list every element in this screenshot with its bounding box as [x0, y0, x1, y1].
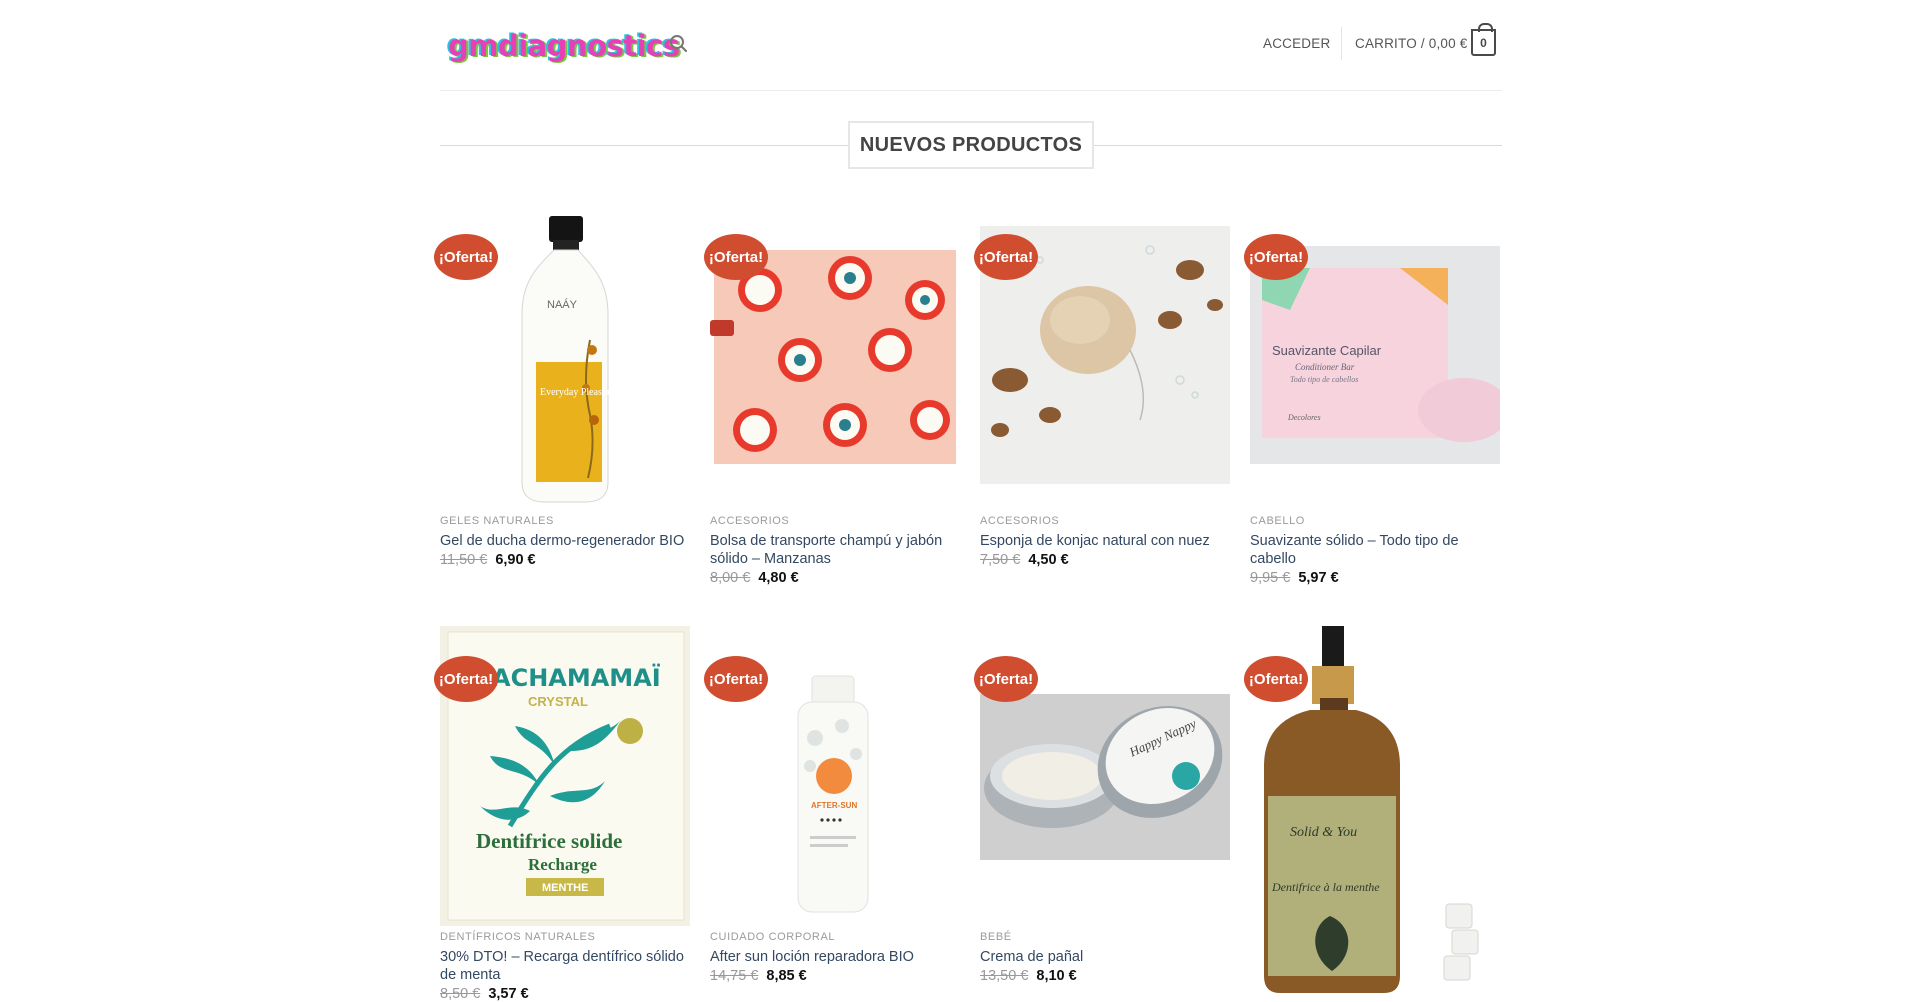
product-category[interactable]: ACCESORIOS — [980, 515, 1059, 527]
product-title[interactable]: 30% DTO! – Recarga dentífrico sólido de … — [440, 948, 690, 984]
product-category[interactable]: BEBÉ — [980, 931, 1012, 943]
conditioner-box-title: Suavizante Capilar — [1272, 343, 1382, 358]
toothpaste-flavor: MENTHE — [542, 882, 588, 894]
product-price: 14,75 € 8,85 € — [710, 968, 807, 984]
product-price: 8,00 € 4,80 € — [710, 570, 799, 586]
toothpaste-brand: ACHAMAMAÏ — [492, 663, 661, 692]
product-title[interactable]: Bolsa de transporte champú y jabón sólid… — [710, 532, 960, 568]
sale-badge: ¡Oferta! — [704, 234, 768, 280]
sale-badge: ¡Oferta! — [1244, 234, 1308, 280]
product-price: 11,50 € 6,90 € — [440, 552, 536, 568]
conditioner-box-sub: Conditioner Bar — [1295, 362, 1355, 372]
product-sale-price: 5,97 € — [1298, 570, 1339, 586]
product-category[interactable]: CUIDADO CORPORAL — [710, 931, 835, 943]
product-sale-price: 3,57 € — [488, 986, 529, 1002]
product-old-price: 14,75 € — [710, 968, 759, 984]
toothpaste-crystal: CRYSTAL — [528, 694, 588, 709]
product-price: 9,95 € 5,97 € — [1250, 570, 1339, 586]
product-title[interactable]: Crema de pañal — [980, 948, 1230, 966]
cart-count-icon[interactable]: 0 — [1471, 23, 1496, 56]
header-divider — [1341, 27, 1342, 60]
section-title: NUEVOS PRODUCTOS — [848, 121, 1094, 169]
sale-badge: ¡Oferta! — [434, 656, 498, 702]
cart-link[interactable]: CARRITO / 0,00 € — [1355, 36, 1468, 51]
product-sale-price: 4,50 € — [1028, 552, 1069, 568]
sale-badge: ¡Oferta! — [1244, 656, 1308, 702]
product-old-price: 11,50 € — [440, 552, 488, 568]
sale-badge: ¡Oferta! — [974, 234, 1038, 280]
product-old-price: 8,50 € — [440, 986, 481, 1002]
toothpaste-name: Dentifrice solide — [476, 829, 622, 853]
product-price: 8,50 € 3,57 € — [440, 986, 529, 1002]
bottle-label: Dentifrice à la menthe — [1271, 880, 1380, 894]
product-sale-price: 8,10 € — [1036, 968, 1077, 984]
shower-gel-label: Everyday Pleasure — [540, 387, 615, 398]
sale-badge: ¡Oferta! — [974, 656, 1038, 702]
sale-badge: ¡Oferta! — [434, 234, 498, 280]
product-sale-price: 4,80 € — [758, 570, 799, 586]
product-old-price: 8,00 € — [710, 570, 751, 586]
product-title[interactable]: Suavizante sólido – Todo tipo de cabello — [1250, 532, 1500, 568]
product-category[interactable]: CABELLO — [1250, 515, 1305, 527]
after-sun-label: AFTER-SUN — [811, 801, 857, 810]
product-title[interactable]: Gel de ducha dermo-regenerador BIO — [440, 532, 690, 550]
product-category[interactable]: ACCESORIOS — [710, 515, 789, 527]
bottle-brand: Solid & You — [1290, 825, 1357, 840]
product-category[interactable]: GELES NATURALES — [440, 515, 554, 527]
product-price: 13,50 € 8,10 € — [980, 968, 1077, 984]
product-sale-price: 6,90 € — [495, 552, 536, 568]
product-title[interactable]: After sun loción reparadora BIO — [710, 948, 960, 966]
toothpaste-recharge: Recharge — [528, 855, 597, 874]
product-title[interactable]: Esponja de konjac natural con nuez — [980, 532, 1230, 550]
product-sale-price: 8,85 € — [766, 968, 807, 984]
site-logo[interactable]: gmdiagnostics — [448, 26, 680, 66]
product-old-price: 13,50 € — [980, 968, 1029, 984]
product-price: 7,50 € 4,50 € — [980, 552, 1069, 568]
shower-gel-brand: NAÁY — [547, 298, 578, 311]
sale-badge: ¡Oferta! — [704, 656, 768, 702]
product-old-price: 9,95 € — [1250, 570, 1291, 586]
header-divider-line — [440, 90, 1502, 91]
login-link[interactable]: ACCEDER — [1263, 36, 1330, 51]
conditioner-box-brand: Decolores — [1287, 413, 1321, 422]
product-old-price: 7,50 € — [980, 552, 1021, 568]
conditioner-box-sub2: Todo tipo de cabellos — [1290, 375, 1358, 384]
site-header: gmdiagnostics ACCEDER CARRITO / 0,00 € 0 — [0, 0, 1920, 90]
search-icon[interactable] — [668, 33, 690, 55]
product-category[interactable]: DENTÍFRICOS NATURALES — [440, 931, 595, 943]
